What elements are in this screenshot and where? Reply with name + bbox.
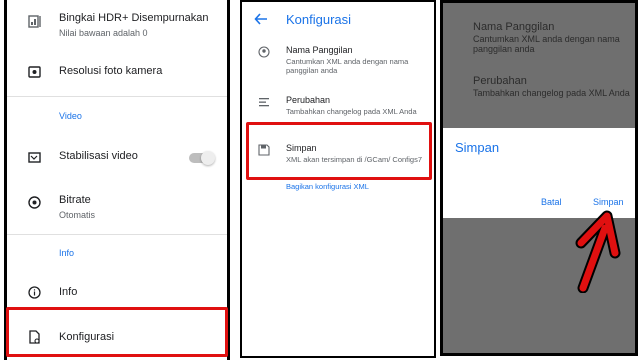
info-icon [27, 285, 41, 299]
setting-title: Resolusi foto kamera [59, 65, 163, 77]
highlight-box [246, 122, 432, 180]
divider [7, 234, 227, 235]
setting-video-stabilization[interactable]: Stabilisasi video [7, 140, 227, 176]
person-icon [258, 45, 270, 58]
setting-bitrate[interactable]: Bitrate Otomatis [7, 186, 227, 226]
dimmed-item-title: Nama Panggilan [473, 21, 555, 33]
setting-subtitle: Otomatis [59, 210, 96, 220]
setting-title: Stabilisasi video [59, 150, 138, 162]
scrollbar[interactable] [229, 160, 230, 290]
section-header-info: Info [59, 248, 75, 258]
camera-icon [27, 64, 41, 78]
section-header-video: Video [59, 111, 82, 121]
config-item-title: Nama Panggilan [286, 45, 353, 55]
save-button[interactable]: Simpan [593, 197, 624, 207]
divider [7, 96, 227, 97]
setting-title: Info [59, 286, 78, 298]
hdr-frames-icon [27, 14, 41, 28]
setting-title: Bitrate [59, 194, 91, 206]
config-item-subtitle: Tambahkan changelog pada XML Anda [286, 107, 417, 116]
setting-subtitle: Nilai bawaan adalah 0 [59, 28, 148, 38]
dialog-title: Simpan [455, 140, 500, 155]
highlight-box [6, 307, 228, 357]
list-icon [258, 95, 270, 107]
setting-info[interactable]: Info [7, 274, 227, 308]
dimmed-item-title: Perubahan [473, 75, 527, 87]
stabilization-toggle[interactable] [189, 151, 215, 165]
page-title: Konfigurasi [286, 12, 352, 27]
setting-title: Bingkai HDR+ Disempurnakan [59, 12, 209, 24]
share-config-link[interactable]: Bagikan konfigurasi XML [286, 182, 369, 191]
settings-panel: Bingkai HDR+ Disempurnakan Nilai bawaan … [4, 0, 230, 360]
setting-photo-resolution[interactable]: Resolusi foto kamera [7, 54, 227, 86]
video-stabilization-icon [27, 150, 41, 164]
config-item-nickname[interactable]: Nama Panggilan Cantumkan XML anda dengan… [242, 40, 434, 82]
dimmed-item-subtitle: Tambahkan changelog pada XML Anda [473, 88, 630, 98]
back-arrow-icon[interactable] [254, 12, 270, 28]
config-item-title: Perubahan [286, 95, 331, 105]
dimmed-item-subtitle: Cantumkan XML anda dengan nama panggilan… [473, 34, 620, 54]
config-item-changelog[interactable]: Perubahan Tambahkan changelog pada XML A… [242, 90, 434, 126]
save-dialog-panel: Nama Panggilan Cantumkan XML anda dengan… [440, 0, 638, 356]
cancel-button[interactable]: Batal [541, 197, 562, 207]
app-bar: Konfigurasi [242, 2, 434, 38]
bitrate-icon [27, 195, 41, 209]
config-item-subtitle: Cantumkan XML anda dengan nama panggilan… [286, 57, 409, 75]
save-dialog: Simpan Batal Simpan [443, 128, 635, 218]
setting-hdr-frames[interactable]: Bingkai HDR+ Disempurnakan Nilai bawaan … [7, 6, 227, 42]
red-arrow-icon [575, 210, 621, 293]
